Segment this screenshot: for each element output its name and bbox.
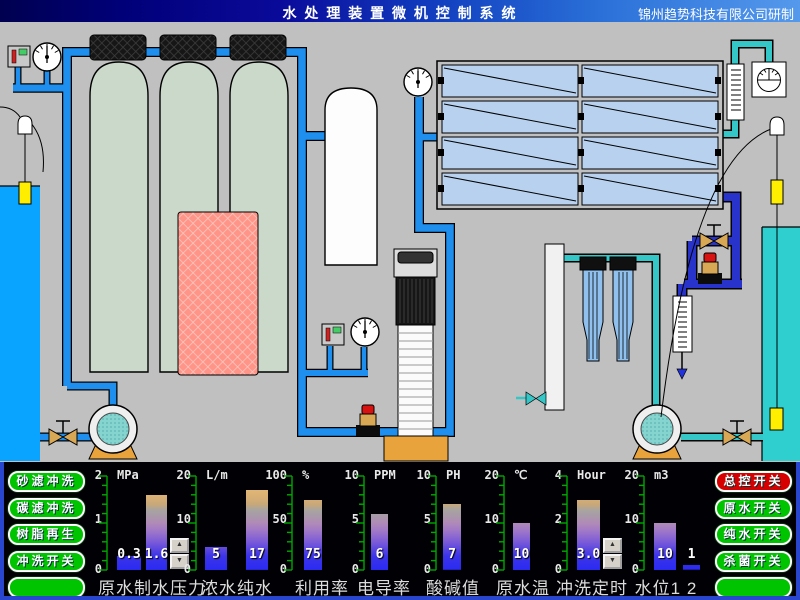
gauge-7-mid: 10: [605, 512, 639, 526]
level-float-2: [770, 408, 783, 430]
degasser-tank: [325, 88, 377, 265]
vessel-cap-2: [160, 35, 216, 60]
pressure-gauge-3: [404, 68, 432, 96]
level-float-1: [19, 182, 31, 204]
gauge-2-max: 100: [253, 468, 287, 482]
frame-left: [0, 462, 4, 600]
right-button-1[interactable]: 总控开关: [715, 471, 792, 492]
gauge-7-value-0: 10: [657, 547, 673, 562]
gauge-4-max: 10: [397, 468, 431, 482]
gauge-7-bar-1: [683, 565, 700, 570]
gauge-5-unit: ℃: [514, 468, 527, 482]
left-button-3[interactable]: 树脂再生: [8, 524, 85, 545]
pressure-gauge-2: [351, 318, 379, 346]
transfer-pump: [633, 405, 681, 459]
conductivity-meter: [752, 62, 786, 97]
left-button-5[interactable]: [8, 577, 85, 598]
page-title: 水 处 理 装 置 微 机 控 制 系 统: [283, 3, 518, 23]
right-button-3[interactable]: 纯水开关: [715, 524, 792, 545]
gauge-1-max: 20: [157, 468, 191, 482]
control-box-1: [8, 46, 30, 67]
gauge-3-unit: PPM: [374, 468, 396, 482]
left-button-4[interactable]: 冲洗开关: [8, 551, 85, 572]
gauge-1-unit: L/m: [206, 468, 228, 482]
gauge-5-value-0: 10: [514, 547, 530, 562]
gauge-3-mid: 5: [325, 512, 359, 526]
gauge-6-max: 4: [528, 468, 562, 482]
gauge-4-unit: PH: [446, 468, 460, 482]
gauge-0-value-0: 0.3: [117, 547, 140, 562]
gauge-2-mid: 50: [253, 512, 287, 526]
gauge-1-min: 0: [157, 562, 191, 576]
gauge-7-value-1: 1: [688, 547, 696, 562]
control-panel: 210MPa0.31.6原水制水压力▲▼20100L/m517浓水纯水10050…: [0, 462, 800, 600]
gauge-1-value-0: 5: [212, 547, 220, 562]
gauge-1-mid: 10: [157, 512, 191, 526]
gauge-3-min: 0: [325, 562, 359, 576]
filter-vessels: [90, 35, 288, 375]
right-button-5[interactable]: [715, 577, 792, 598]
gauge-7-unit: m3: [654, 468, 668, 482]
company-name: 锦州趋势科技有限公司研制: [638, 4, 794, 23]
frame-right: [796, 462, 800, 600]
gauge-5-mid: 10: [465, 512, 499, 526]
gauge-0-unit: MPa: [117, 468, 139, 482]
pressure-gauge-1: [33, 43, 61, 71]
vessel-cap-1: [90, 35, 146, 60]
sand-filter-vessel: [90, 62, 148, 372]
flow-meter-vertical: [727, 64, 744, 120]
gauge-5-max: 20: [465, 468, 499, 482]
gauge-0-value-1: 1.6: [145, 547, 168, 562]
left-button-2[interactable]: 碳滤冲洗: [8, 498, 85, 519]
feed-pump: [89, 405, 137, 459]
gauge-6-unit: Hour: [577, 468, 606, 482]
gauge-5-min: 0: [465, 562, 499, 576]
right-button-4[interactable]: 杀菌开关: [715, 551, 792, 572]
pulley-arch-2: [770, 117, 784, 135]
gauge-2-value-0: 75: [305, 547, 321, 562]
control-box-2: [322, 324, 344, 345]
raw-water-tank: [0, 186, 40, 461]
title-bar: 水 处 理 装 置 微 机 控 制 系 统 锦州趋势科技有限公司研制: [0, 0, 800, 22]
spinner-up-icon[interactable]: ▲: [170, 538, 189, 553]
ro-membrane-array: [437, 61, 723, 209]
counterweight: [771, 180, 783, 204]
frame-bottom: [0, 596, 800, 600]
left-button-1[interactable]: 砂滤冲洗: [8, 471, 85, 492]
gauge-2-unit: %: [302, 468, 309, 482]
gauge-6-mid: 2: [528, 512, 562, 526]
gauge-2-min: 0: [253, 562, 287, 576]
resin-bed-overlay: [178, 212, 258, 375]
gauge-7-max: 20: [605, 468, 639, 482]
gauge-6-value-0: 3.0: [577, 547, 600, 562]
gauge-3-value-0: 6: [376, 547, 384, 562]
vessel-cap-3: [230, 35, 286, 60]
gauge-4-value-0: 7: [448, 547, 456, 562]
gauge-3-max: 10: [325, 468, 359, 482]
pulley-arch-1: [18, 116, 32, 134]
gauge-1-value-1: 17: [249, 547, 265, 562]
gauge-4-mid: 5: [397, 512, 431, 526]
right-button-2[interactable]: 原水开关: [715, 498, 792, 519]
spinner-up-icon[interactable]: ▲: [603, 538, 622, 553]
